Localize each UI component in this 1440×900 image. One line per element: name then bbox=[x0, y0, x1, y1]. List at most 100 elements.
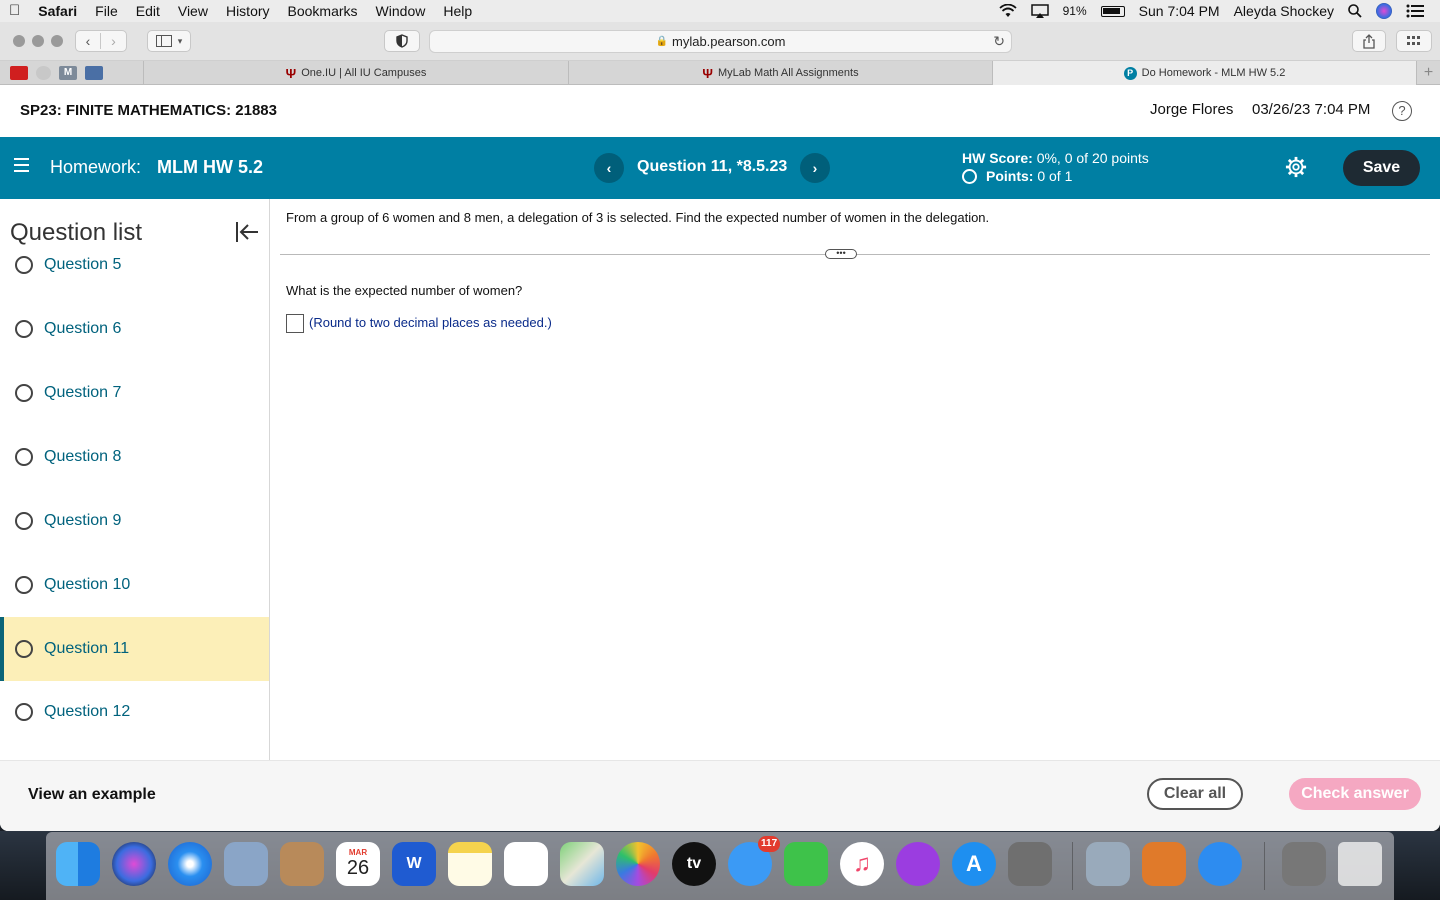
downloads-stack-icon[interactable] bbox=[1282, 842, 1326, 886]
menubar-user[interactable]: Aleyda Shockey bbox=[1234, 3, 1334, 19]
menu-bar:  Safari File Edit View History Bookmark… bbox=[0, 0, 1440, 22]
reminders-icon[interactable] bbox=[504, 842, 548, 886]
menu-bookmarks[interactable]: Bookmarks bbox=[279, 0, 367, 22]
system-preferences-icon[interactable] bbox=[1008, 842, 1052, 886]
preview-photos-icon[interactable] bbox=[224, 842, 268, 886]
check-answer-button[interactable]: Check answer bbox=[1289, 778, 1421, 810]
rounding-note: (Round to two decimal places as needed.) bbox=[309, 315, 552, 330]
finder-icon[interactable] bbox=[56, 842, 100, 886]
siri-icon[interactable] bbox=[112, 842, 156, 886]
grid-icon bbox=[1407, 36, 1420, 45]
forward-arrow-icon[interactable]: › bbox=[101, 33, 126, 49]
homework-label: Homework: bbox=[50, 157, 142, 177]
apple-icon[interactable]:  bbox=[0, 0, 29, 22]
question-text: From a group of 6 women and 8 men, a del… bbox=[286, 210, 990, 225]
iu-trident-icon: Ψ bbox=[702, 65, 713, 81]
messages-icon[interactable]: 117 bbox=[728, 836, 781, 886]
question-label: Question 8 bbox=[44, 448, 122, 465]
app-store-icon[interactable]: A bbox=[952, 842, 996, 886]
favorite-m-icon[interactable]: M bbox=[59, 66, 77, 80]
new-tab-plus-icon[interactable]: + bbox=[1416, 61, 1440, 85]
photos-icon[interactable] bbox=[616, 842, 660, 886]
menubar-clock[interactable]: Sun 7:04 PM bbox=[1139, 3, 1220, 19]
next-question-button[interactable]: › bbox=[800, 153, 830, 183]
tab-bar: M Ψ One.IU | All IU Campuses Ψ MyLab Mat… bbox=[0, 61, 1440, 85]
menu-history[interactable]: History bbox=[217, 0, 279, 22]
menu-view[interactable]: View bbox=[169, 0, 217, 22]
reload-icon[interactable]: ↻ bbox=[993, 33, 1005, 50]
notes-icon[interactable] bbox=[448, 842, 492, 886]
question-label: Question 5 bbox=[44, 256, 122, 273]
expand-ellipsis-button[interactable]: ••• bbox=[825, 249, 857, 259]
previous-question-button[interactable]: ‹ bbox=[594, 153, 624, 183]
music-icon[interactable]: ♫ bbox=[840, 842, 884, 886]
question-item-12[interactable]: Question 12 bbox=[0, 680, 269, 744]
sub-question-prompt: What is the expected number of women? bbox=[286, 283, 523, 298]
window-close-button[interactable] bbox=[13, 35, 25, 47]
points-status-icon bbox=[962, 168, 977, 184]
tab-mylab-assignments[interactable]: Ψ MyLab Math All Assignments bbox=[568, 61, 992, 85]
favorite-globe-icon[interactable] bbox=[36, 66, 51, 80]
wifi-diagnostics-icon[interactable] bbox=[1198, 842, 1242, 886]
pearson-icon: P bbox=[1123, 66, 1137, 80]
tab-overview-button[interactable] bbox=[1396, 30, 1432, 52]
calculator-icon[interactable] bbox=[1142, 842, 1186, 886]
question-status-icon bbox=[15, 640, 33, 658]
menu-edit[interactable]: Edit bbox=[127, 0, 169, 22]
safari-icon[interactable] bbox=[168, 842, 212, 886]
siri-icon[interactable] bbox=[1376, 3, 1392, 19]
address-bar[interactable]: 🔒 mylab.pearson.com ↻ bbox=[429, 30, 1012, 53]
question-item-8[interactable]: Question 8 bbox=[0, 425, 269, 489]
question-item-6[interactable]: Question 6 bbox=[0, 297, 269, 361]
hamburger-menu-icon[interactable] bbox=[14, 158, 29, 176]
sidebar-icon bbox=[155, 35, 172, 47]
tab-label: One.IU | All IU Campuses bbox=[301, 67, 427, 79]
facetime-icon[interactable] bbox=[784, 842, 828, 886]
sidebar-toggle-button[interactable]: ▾ bbox=[147, 30, 191, 52]
dock-separator bbox=[1264, 842, 1265, 890]
dock: MAR 26 W tv 117 ♫ A bbox=[46, 832, 1394, 900]
battery-icon[interactable] bbox=[1100, 5, 1125, 17]
microsoft-word-icon[interactable]: W bbox=[392, 842, 436, 886]
save-button[interactable]: Save bbox=[1343, 150, 1420, 186]
answer-input[interactable] bbox=[286, 314, 304, 333]
back-forward-buttons: ‹ › bbox=[75, 30, 127, 52]
favorite-bookmark-icon[interactable] bbox=[10, 66, 28, 80]
question-item-5[interactable]: Question 5 bbox=[0, 233, 269, 297]
question-status-icon bbox=[15, 512, 33, 530]
question-item-7[interactable]: Question 7 bbox=[0, 361, 269, 425]
podcasts-icon[interactable] bbox=[896, 842, 940, 886]
image-capture-icon[interactable] bbox=[1086, 842, 1130, 886]
share-button[interactable] bbox=[1352, 30, 1386, 52]
maps-icon[interactable] bbox=[560, 842, 604, 886]
window-minimize-button[interactable] bbox=[32, 35, 44, 47]
clear-all-button[interactable]: Clear all bbox=[1147, 778, 1243, 810]
window-zoom-button[interactable] bbox=[51, 35, 63, 47]
notification-center-icon[interactable] bbox=[1406, 4, 1424, 18]
favorite-map-icon[interactable] bbox=[85, 66, 103, 80]
spotlight-search-icon[interactable] bbox=[1348, 4, 1362, 18]
question-item-10[interactable]: Question 10 bbox=[0, 553, 269, 617]
question-item-11[interactable]: Question 11 bbox=[0, 617, 269, 681]
gear-icon[interactable] bbox=[1285, 156, 1307, 178]
menu-safari[interactable]: Safari bbox=[29, 0, 86, 22]
question-item-9[interactable]: Question 9 bbox=[0, 489, 269, 553]
back-arrow-icon[interactable]: ‹ bbox=[76, 33, 102, 49]
menu-help[interactable]: Help bbox=[434, 0, 481, 22]
airplay-icon[interactable] bbox=[1030, 4, 1049, 18]
calendar-icon[interactable]: MAR 26 bbox=[336, 842, 380, 886]
apple-tv-icon[interactable]: tv bbox=[672, 842, 716, 886]
privacy-report-button[interactable] bbox=[384, 30, 420, 52]
question-label: Question 7 bbox=[44, 384, 122, 401]
contacts-icon[interactable] bbox=[280, 842, 324, 886]
tab-do-homework[interactable]: P Do Homework - MLM HW 5.2 bbox=[992, 61, 1416, 85]
menu-window[interactable]: Window bbox=[367, 0, 435, 22]
wifi-icon[interactable] bbox=[999, 4, 1017, 18]
view-example-link[interactable]: View an example bbox=[28, 786, 156, 804]
points-value: 0 of 1 bbox=[1037, 168, 1073, 184]
help-icon[interactable]: ? bbox=[1392, 101, 1412, 121]
trash-icon[interactable] bbox=[1338, 842, 1382, 886]
tab-one-iu[interactable]: Ψ One.IU | All IU Campuses bbox=[143, 61, 568, 85]
action-footer: View an example Clear all Check answer bbox=[0, 760, 1440, 831]
menu-file[interactable]: File bbox=[86, 0, 127, 22]
